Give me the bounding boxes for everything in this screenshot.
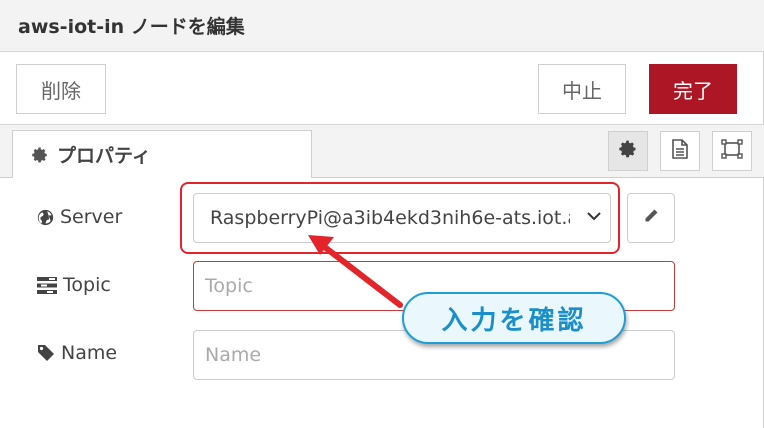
topic-label: Topic bbox=[37, 274, 111, 296]
name-label: Name bbox=[37, 342, 117, 364]
gear-icon bbox=[618, 139, 638, 163]
edit-dialog: aws-iot-in ノードを編集 削除 中止 完了 プロパティ Server … bbox=[0, 0, 764, 428]
tab-properties[interactable]: プロパティ bbox=[12, 130, 312, 178]
server-label: Server bbox=[37, 206, 122, 228]
gear-icon bbox=[31, 146, 49, 164]
tab-properties-label: プロパティ bbox=[57, 145, 151, 167]
tab-icon-description[interactable] bbox=[660, 131, 700, 171]
tasks-icon bbox=[37, 276, 57, 294]
name-label-text: Name bbox=[61, 342, 118, 364]
document-icon bbox=[671, 139, 689, 163]
annotation-arrow bbox=[308, 235, 403, 308]
pencil-icon bbox=[643, 208, 659, 228]
annotation-callout: 入力を確認 bbox=[402, 292, 626, 344]
dialog-header: aws-iot-in ノードを編集 bbox=[0, 0, 764, 52]
delete-button[interactable]: 削除 bbox=[16, 64, 106, 114]
cancel-button[interactable]: 中止 bbox=[538, 64, 626, 114]
dialog-title: aws-iot-in ノードを編集 bbox=[18, 16, 245, 38]
globe-icon bbox=[37, 209, 54, 226]
tab-icon-settings[interactable] bbox=[608, 131, 648, 171]
edit-server-button[interactable] bbox=[627, 193, 675, 243]
tag-icon bbox=[37, 344, 55, 362]
server-label-text: Server bbox=[60, 206, 123, 228]
topic-label-text: Topic bbox=[63, 274, 111, 296]
tab-icon-appearance[interactable] bbox=[712, 131, 752, 171]
done-button[interactable]: 完了 bbox=[649, 64, 737, 114]
tab-active-gap bbox=[13, 176, 311, 179]
frame-icon bbox=[721, 139, 743, 163]
